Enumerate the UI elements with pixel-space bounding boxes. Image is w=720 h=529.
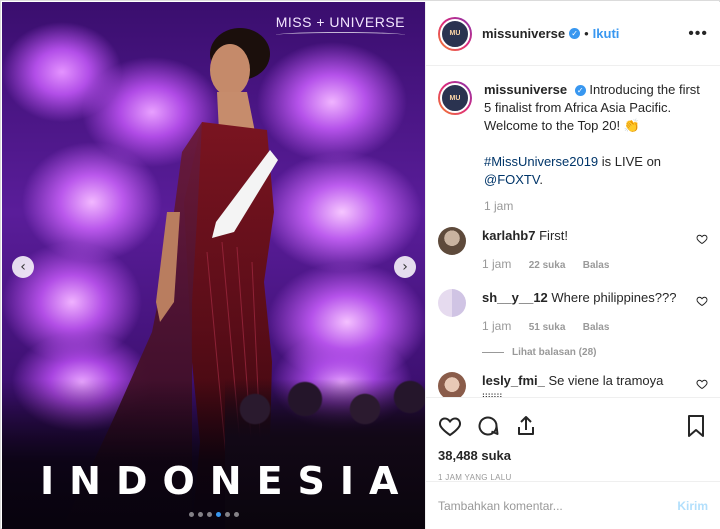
comment-icon[interactable]	[476, 414, 500, 438]
heart-icon[interactable]	[696, 295, 708, 307]
miss-universe-logo: MISS + UNIVERSE	[275, 14, 405, 38]
profile-avatar[interactable]: MU	[438, 16, 472, 51]
comment-text: Where philippines???	[551, 290, 677, 305]
commenter-avatar[interactable]	[438, 227, 466, 255]
comment-time: 1 jam	[482, 319, 512, 333]
comments-section: MU missuniverse ✓ Introducing the first …	[426, 67, 720, 397]
heart-icon[interactable]	[696, 233, 708, 245]
like-heart-icon[interactable]	[438, 414, 462, 438]
post-side-panel: MU missuniverse ✓ • Ikuti ••• MU missuni…	[425, 2, 720, 529]
carousel-dot	[197, 512, 203, 517]
caption-hashtag[interactable]: #MissUniverse2019	[484, 154, 598, 169]
post-photo[interactable]: MISS + UNIVERSE INDONESIA ‹ ›	[2, 2, 425, 529]
comment-likes[interactable]: 51 suka	[529, 322, 566, 333]
comment-input[interactable]	[438, 498, 678, 513]
previous-photo-button[interactable]: ‹	[12, 256, 34, 278]
caption-username[interactable]: missuniverse	[484, 82, 567, 97]
commenter-avatar[interactable]	[438, 372, 466, 397]
next-photo-button[interactable]: ›	[394, 256, 416, 278]
bookmark-icon[interactable]	[684, 414, 708, 438]
add-comment-bar: Kirim	[426, 481, 720, 529]
comment-item: karlahb7 First! 1 jam 22 suka Balas	[438, 227, 708, 275]
carousel-dot-active	[215, 512, 221, 517]
verified-icon: ✓	[574, 85, 586, 96]
comment-text: First!	[539, 228, 568, 243]
verified-icon: ✓	[569, 28, 581, 39]
follow-button[interactable]: Ikuti	[593, 26, 620, 41]
comment-username[interactable]: sh__y__12	[482, 290, 548, 305]
carousel-dots	[2, 512, 425, 517]
carousel-dot	[206, 512, 212, 517]
post-header: MU missuniverse ✓ • Ikuti •••	[426, 2, 720, 66]
instagram-post-frame: MISS + UNIVERSE INDONESIA ‹ › MU missuni…	[0, 0, 720, 529]
reply-button[interactable]: Balas	[583, 322, 610, 333]
post-actions: 38,488 suka 1 JAM YANG LALU	[426, 397, 720, 482]
comment-username[interactable]: lesly_fmi_	[482, 373, 545, 388]
comment-meta: 1 jam 22 suka Balas	[482, 255, 684, 275]
caption-mention[interactable]: @FOXTV	[484, 172, 539, 187]
post-username[interactable]: missuniverse	[482, 26, 565, 41]
caption-time: 1 jam	[484, 199, 514, 213]
send-button[interactable]: Kirim	[677, 499, 708, 513]
separator-dot: •	[584, 26, 589, 41]
carousel-dot	[233, 512, 239, 517]
carousel-dot	[224, 512, 230, 517]
heart-icon[interactable]	[696, 378, 708, 390]
view-replies-button[interactable]: Lihat balasan (28)	[482, 347, 708, 358]
likes-count[interactable]: 38,488 suka	[438, 448, 708, 463]
country-overlay-text: INDONESIA	[40, 459, 414, 503]
carousel-dot	[188, 512, 194, 517]
comment-time: 1 jam	[482, 257, 512, 271]
more-icon[interactable]: •••	[688, 25, 708, 43]
comment-likes[interactable]: 22 suka	[529, 260, 566, 271]
caption-line2: is LIVE on	[598, 154, 662, 169]
comment-username[interactable]: karlahb7	[482, 228, 535, 243]
commenter-avatar[interactable]	[438, 289, 466, 317]
comment-meta: 1 jam 51 suka Balas	[482, 317, 684, 337]
audience-silhouettes	[225, 379, 425, 529]
replies-divider	[482, 352, 504, 353]
share-icon[interactable]	[514, 414, 538, 438]
caption-text: missuniverse ✓ Introducing the first 5 f…	[484, 82, 700, 187]
comment-item: lesly_fmi_ Se viene la tramoya jjjjiji	[438, 372, 708, 397]
reply-button[interactable]: Balas	[583, 260, 610, 271]
caption-avatar[interactable]: MU	[438, 81, 472, 115]
action-icons	[438, 406, 708, 446]
post-caption: MU missuniverse ✓ Introducing the first …	[438, 81, 708, 189]
comment-item: sh__y__12 Where philippines??? 1 jam 51 …	[438, 289, 708, 337]
